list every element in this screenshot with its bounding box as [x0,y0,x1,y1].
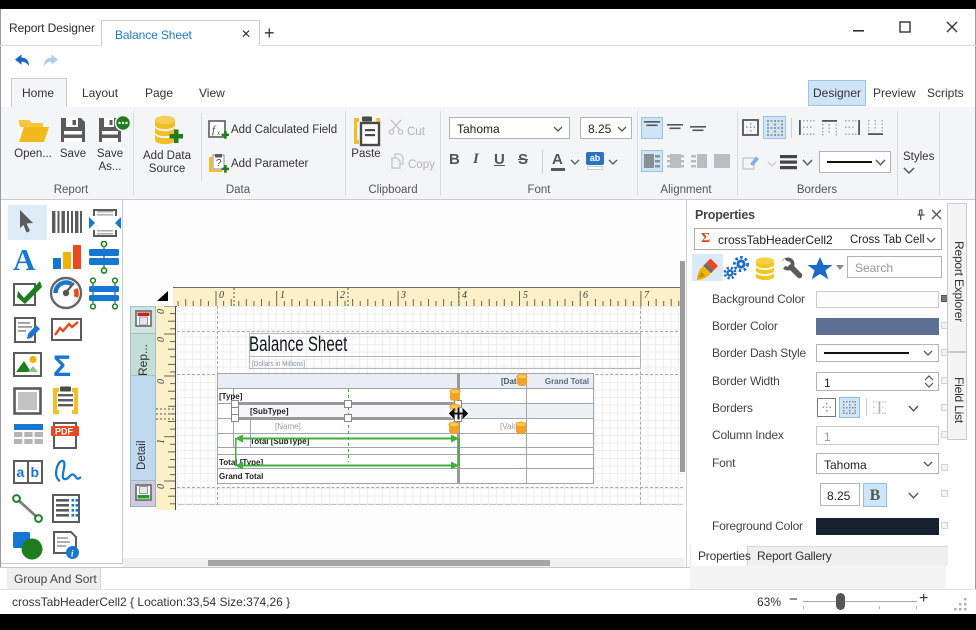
svg-text:0: 0 [156,379,167,384]
svg-text:?: ? [216,158,222,169]
svg-text:0: 0 [156,484,167,489]
svg-text:b: b [31,464,40,480]
svg-text:PDF: PDF [55,427,74,437]
svg-text:a: a [17,464,25,480]
svg-text:7: 7 [644,290,650,301]
svg-text:[Name]: [Name] [275,422,301,431]
svg-text:5: 5 [523,290,528,301]
svg-text:6: 6 [583,290,588,301]
svg-text:0: 0 [219,290,224,301]
svg-text:1: 1 [156,439,167,444]
svg-text:Grand Total: Grand Total [219,472,263,481]
svg-text:Grand Total: Grand Total [545,377,589,386]
svg-text:[Type]: [Type] [219,392,243,401]
svg-text:3: 3 [400,290,406,301]
svg-text:1: 1 [280,290,285,301]
svg-text:4: 4 [462,290,467,301]
svg-text:0: 0 [156,337,167,342]
svg-text:2: 2 [340,290,345,301]
svg-text:[SubType]: [SubType] [250,407,289,416]
svg-text:0: 0 [156,309,167,314]
